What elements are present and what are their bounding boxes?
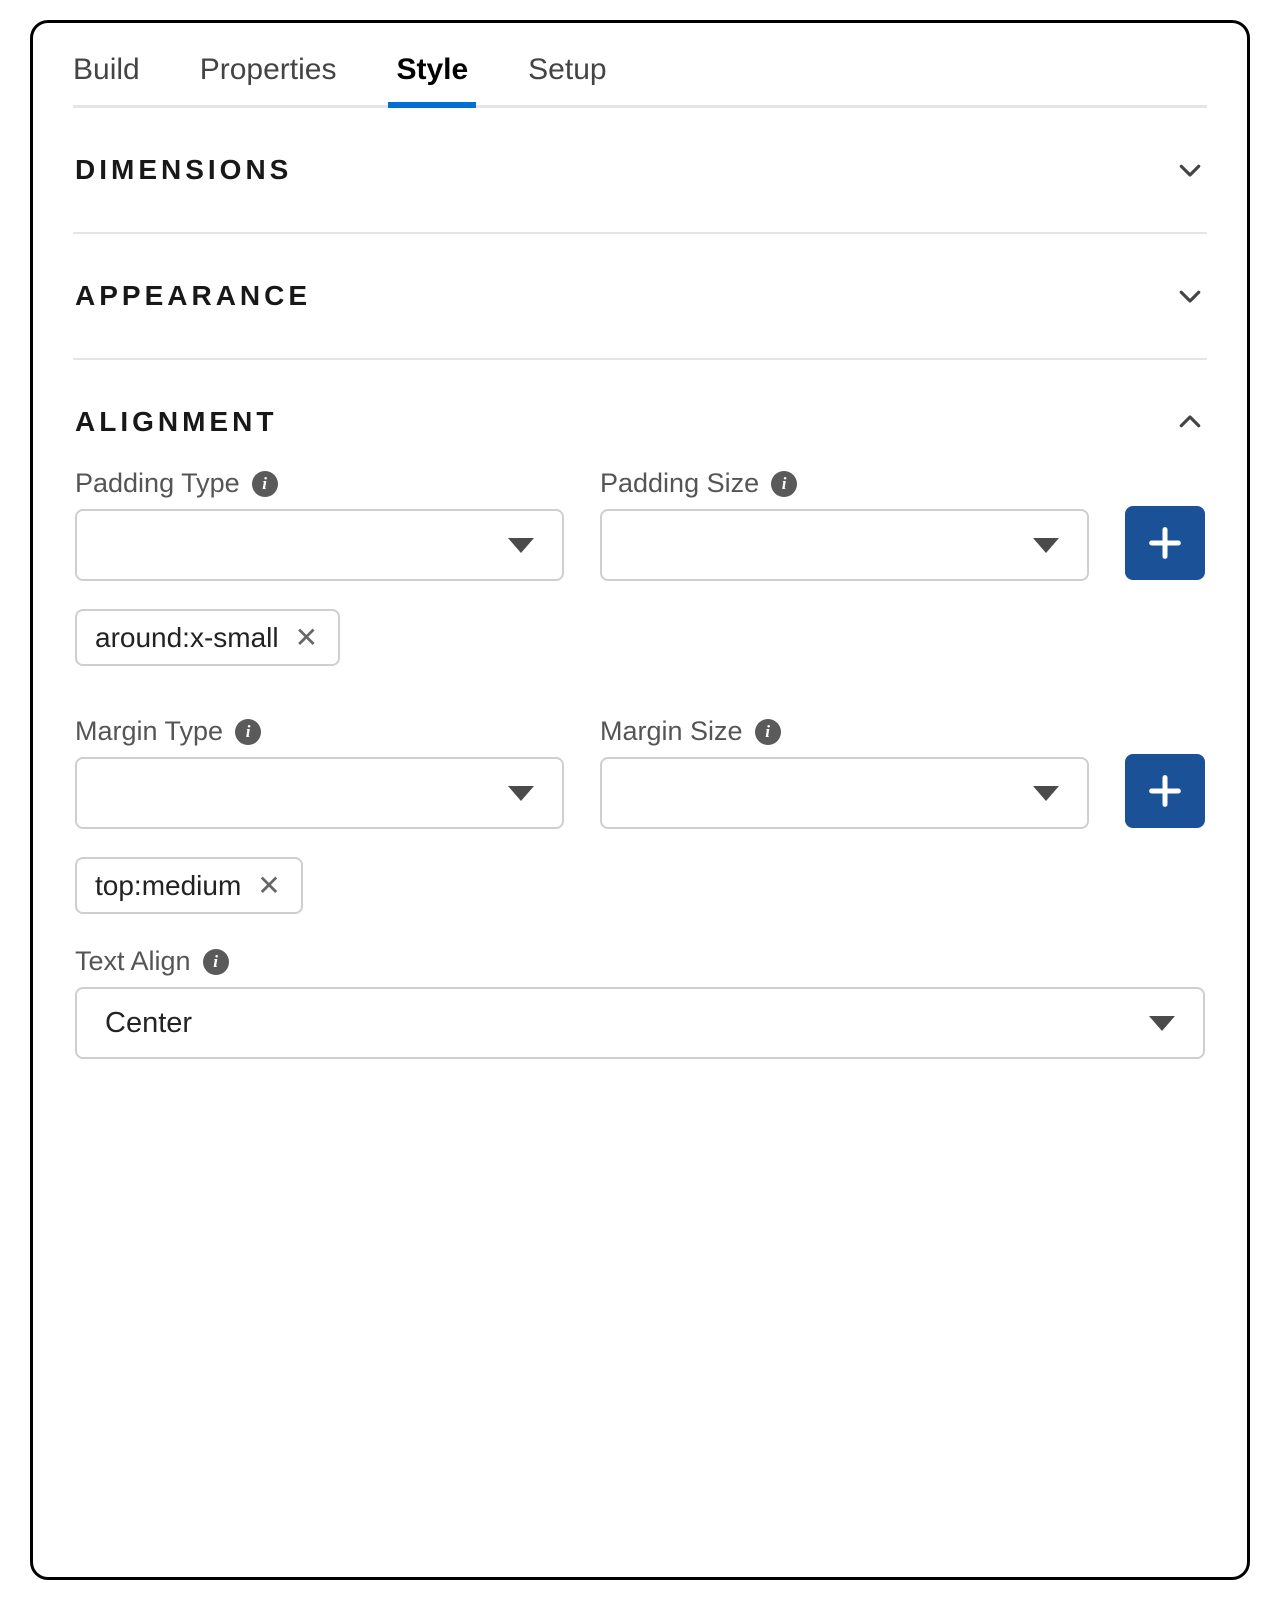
section-alignment: ALIGNMENT Padding Type i xyxy=(73,360,1207,1069)
padding-type-select[interactable] xyxy=(75,509,564,581)
section-dimensions-title: DIMENSIONS xyxy=(75,154,292,186)
padding-chip-row: around:x-small ✕ xyxy=(75,609,1205,666)
margin-size-label-row: Margin Size i xyxy=(600,716,1089,747)
margin-chip-label: top:medium xyxy=(95,870,241,902)
text-align-label: Text Align xyxy=(75,946,191,977)
padding-size-label: Padding Size xyxy=(600,468,759,499)
caret-down-icon xyxy=(1149,1016,1175,1031)
padding-type-col: Padding Type i xyxy=(75,458,564,581)
margin-type-select[interactable] xyxy=(75,757,564,829)
caret-down-icon xyxy=(508,538,534,553)
padding-size-label-row: Padding Size i xyxy=(600,468,1089,499)
chevron-up-icon xyxy=(1175,407,1205,437)
padding-chip: around:x-small ✕ xyxy=(75,609,340,666)
padding-row: Padding Type i Padding Size i xyxy=(75,458,1205,581)
margin-type-label: Margin Type xyxy=(75,716,223,747)
remove-margin-chip-button[interactable]: ✕ xyxy=(255,869,282,902)
text-align-value: Center xyxy=(105,1007,192,1040)
caret-down-icon xyxy=(1033,786,1059,801)
tab-properties[interactable]: Properties xyxy=(200,45,337,105)
padding-chip-label: around:x-small xyxy=(95,622,279,654)
chevron-down-icon xyxy=(1175,155,1205,185)
section-dimensions: DIMENSIONS xyxy=(73,108,1207,234)
tab-style[interactable]: Style xyxy=(396,45,468,105)
margin-chip-row: top:medium ✕ xyxy=(75,857,1205,914)
tab-setup[interactable]: Setup xyxy=(528,45,606,105)
section-appearance: APPEARANCE xyxy=(73,234,1207,360)
add-margin-button[interactable] xyxy=(1125,754,1205,828)
text-align-select[interactable]: Center xyxy=(75,987,1205,1059)
info-icon[interactable]: i xyxy=(771,471,797,497)
chevron-down-icon xyxy=(1175,281,1205,311)
padding-type-label: Padding Type xyxy=(75,468,240,499)
info-icon[interactable]: i xyxy=(755,719,781,745)
section-alignment-title: ALIGNMENT xyxy=(75,406,277,438)
caret-down-icon xyxy=(508,786,534,801)
margin-size-col: Margin Size i xyxy=(600,706,1089,829)
margin-size-label: Margin Size xyxy=(600,716,743,747)
margin-chip: top:medium ✕ xyxy=(75,857,303,914)
section-appearance-header[interactable]: APPEARANCE xyxy=(73,234,1207,358)
section-dimensions-header[interactable]: DIMENSIONS xyxy=(73,108,1207,232)
add-padding-button[interactable] xyxy=(1125,506,1205,580)
style-panel: Build Properties Style Setup DIMENSIONS … xyxy=(30,20,1250,1580)
remove-padding-chip-button[interactable]: ✕ xyxy=(293,621,320,654)
caret-down-icon xyxy=(1033,538,1059,553)
padding-type-label-row: Padding Type i xyxy=(75,468,564,499)
margin-type-col: Margin Type i xyxy=(75,706,564,829)
info-icon[interactable]: i xyxy=(252,471,278,497)
margin-size-select[interactable] xyxy=(600,757,1089,829)
section-appearance-title: APPEARANCE xyxy=(75,280,311,312)
padding-size-select[interactable] xyxy=(600,509,1089,581)
margin-row: Margin Type i Margin Size i xyxy=(75,706,1205,829)
padding-size-col: Padding Size i xyxy=(600,458,1089,581)
text-align-row: Text Align i Center xyxy=(75,946,1205,1059)
info-icon[interactable]: i xyxy=(235,719,261,745)
section-alignment-header[interactable]: ALIGNMENT xyxy=(73,360,1207,458)
tab-build[interactable]: Build xyxy=(73,45,140,105)
alignment-body: Padding Type i Padding Size i xyxy=(73,458,1207,1069)
tab-bar: Build Properties Style Setup xyxy=(73,23,1207,108)
margin-type-label-row: Margin Type i xyxy=(75,716,564,747)
text-align-label-row: Text Align i xyxy=(75,946,1205,977)
info-icon[interactable]: i xyxy=(203,949,229,975)
